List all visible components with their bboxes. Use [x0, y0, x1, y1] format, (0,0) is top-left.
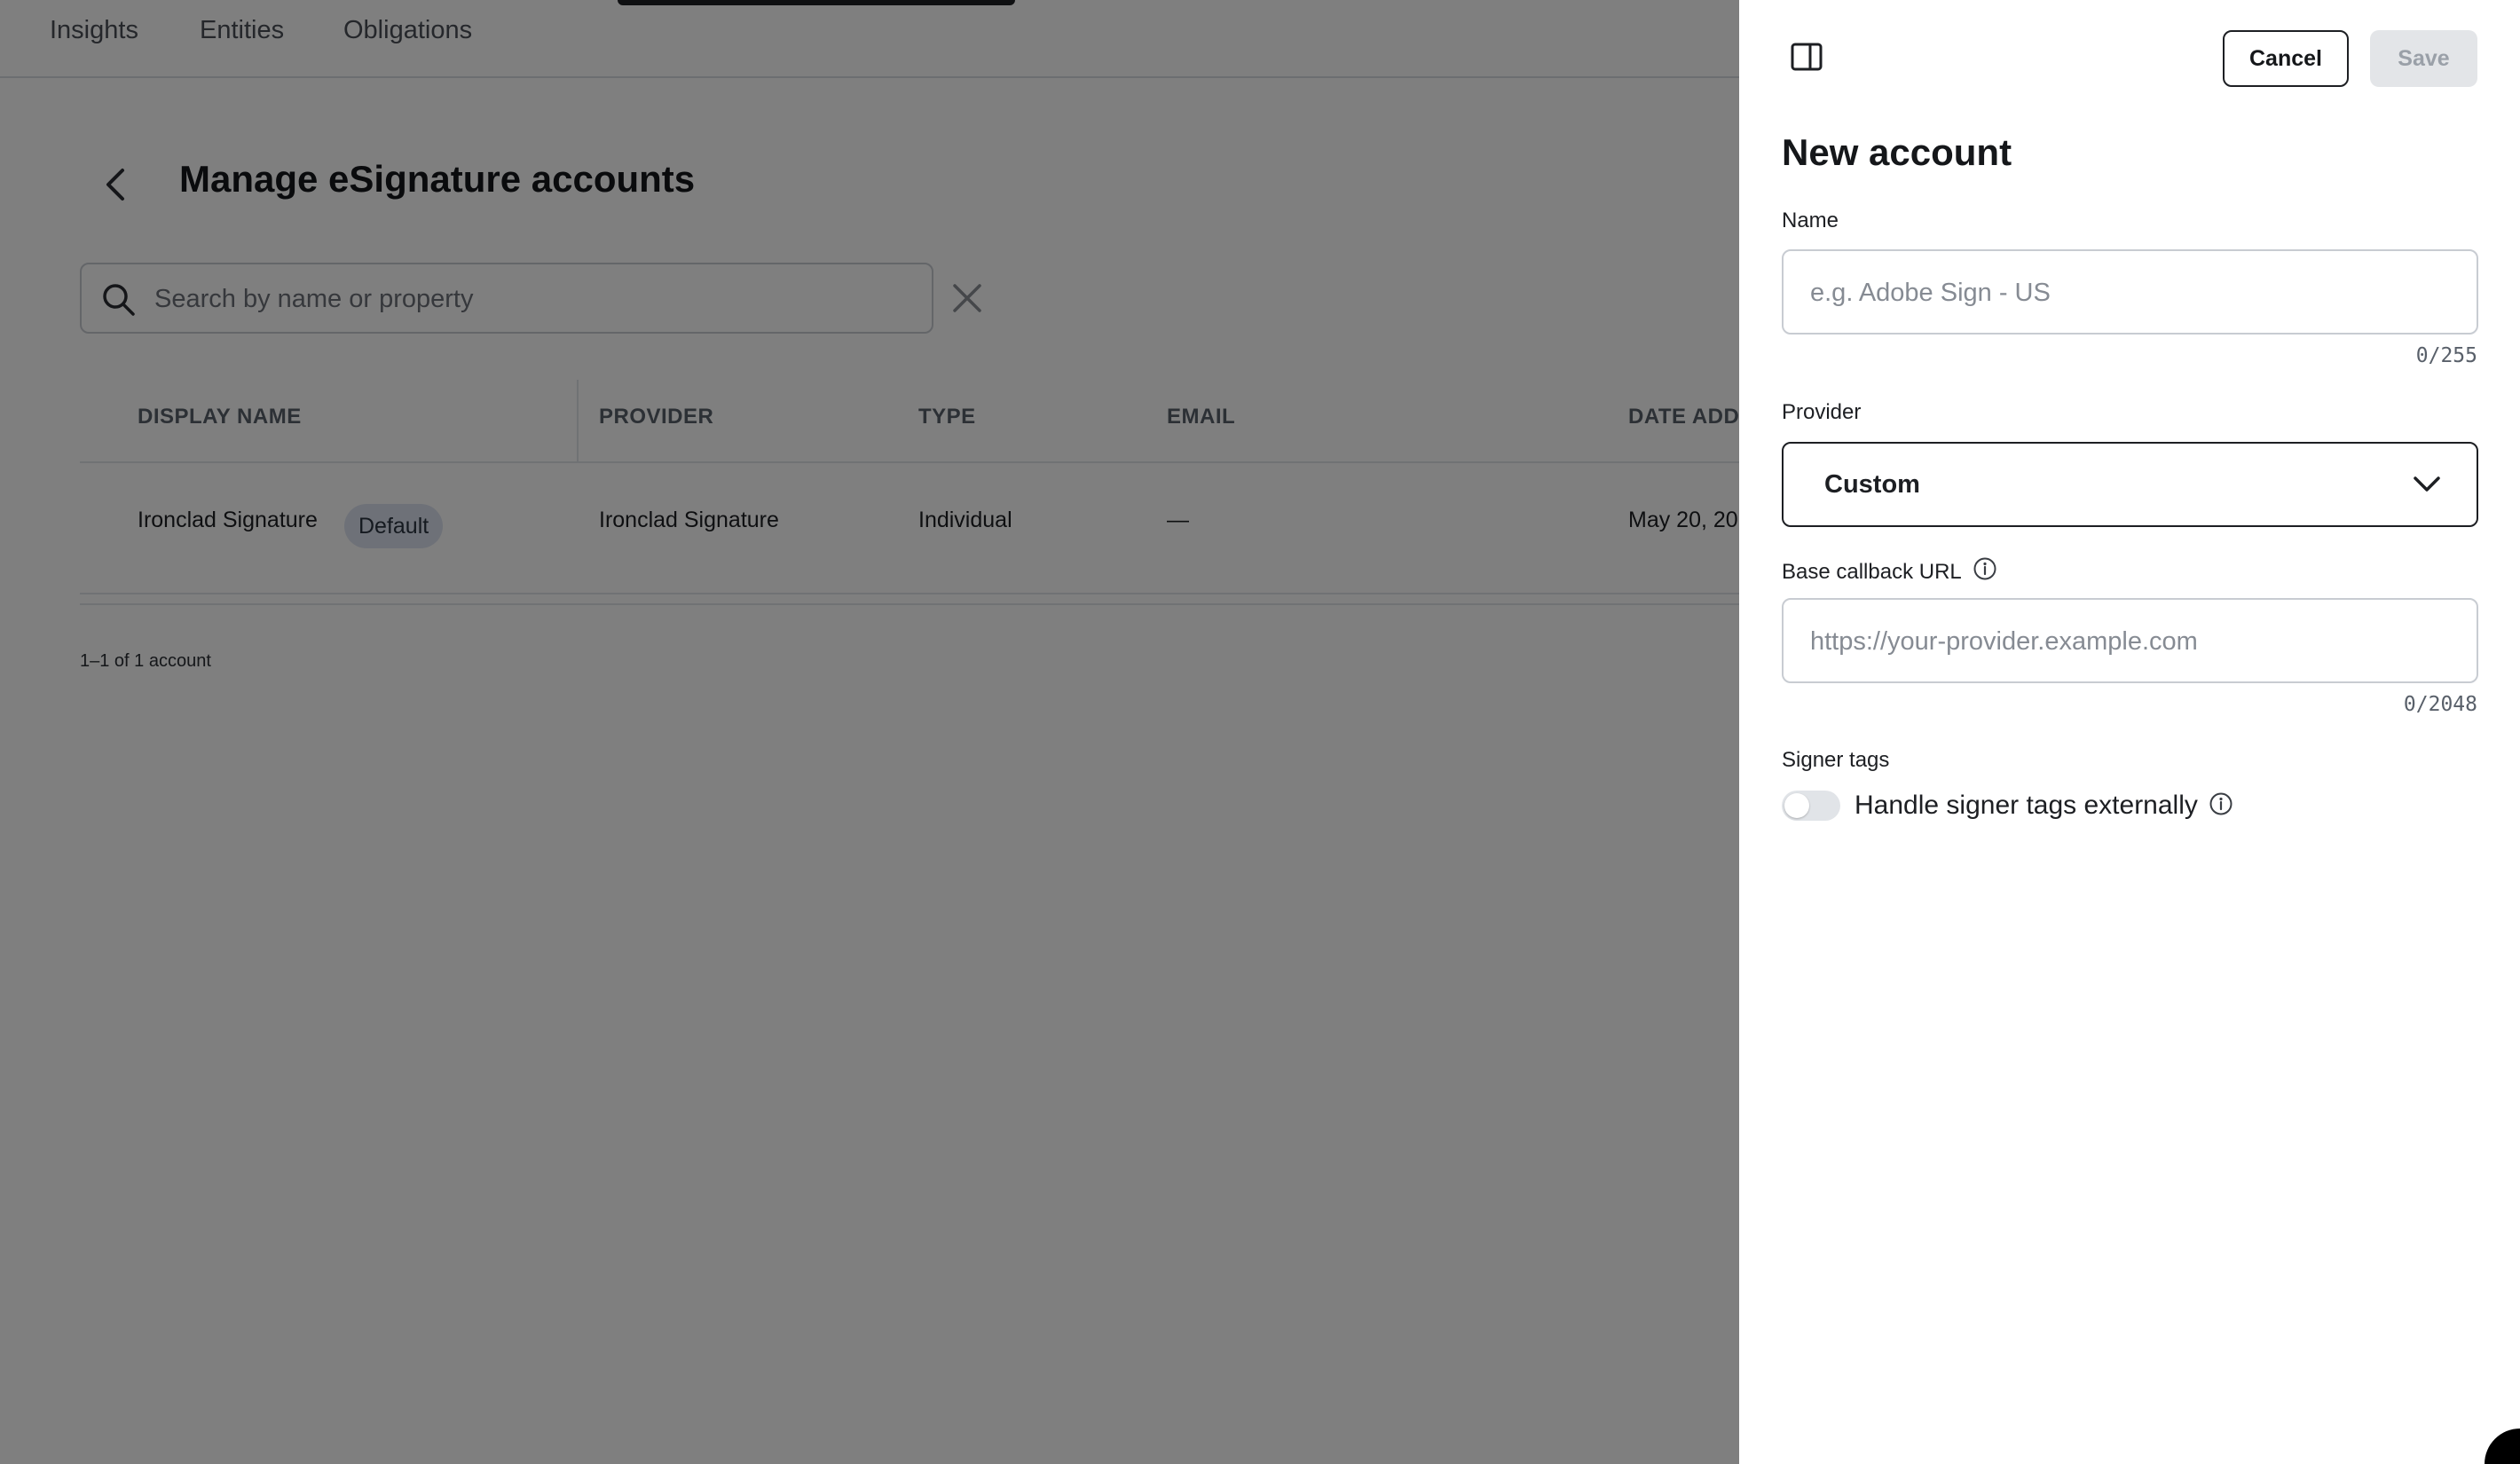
provider-selected-value: Custom	[1824, 470, 1920, 499]
callback-url-field	[1782, 598, 2478, 683]
signer-tags-toggle[interactable]	[1782, 791, 1840, 821]
signer-tags-toggle-label: Handle signer tags externally	[1855, 791, 2198, 820]
info-icon[interactable]	[2209, 791, 2233, 821]
toggle-knob	[1784, 793, 1809, 818]
info-icon[interactable]	[1973, 556, 1997, 587]
save-button[interactable]: Save	[2370, 30, 2477, 87]
callback-label-row: Base callback URL	[1782, 556, 1997, 587]
signer-tags-toggle-row: Handle signer tags externally	[1782, 788, 2233, 823]
name-char-counter: 0/255	[2415, 344, 2477, 367]
callback-label: Base callback URL	[1782, 559, 1962, 584]
panel-toggle-icon[interactable]	[1791, 43, 1823, 75]
name-label: Name	[1782, 209, 1839, 232]
app-window: Insights Entities Obligations Manage eSi…	[0, 0, 2520, 1464]
callback-char-counter: 0/2048	[2403, 693, 2477, 716]
signer-tags-label: Signer tags	[1782, 748, 1890, 772]
name-input[interactable]	[1810, 271, 2449, 315]
provider-select[interactable]: Custom	[1782, 442, 2478, 527]
new-account-panel: Cancel Save New account Name 0/255 Provi…	[1739, 0, 2520, 1464]
provider-label: Provider	[1782, 400, 1862, 424]
name-field	[1782, 249, 2478, 335]
chevron-down-icon	[2413, 476, 2441, 498]
cancel-button[interactable]: Cancel	[2223, 30, 2349, 87]
panel-title: New account	[1782, 131, 2012, 173]
callback-url-input[interactable]	[1810, 619, 2449, 664]
